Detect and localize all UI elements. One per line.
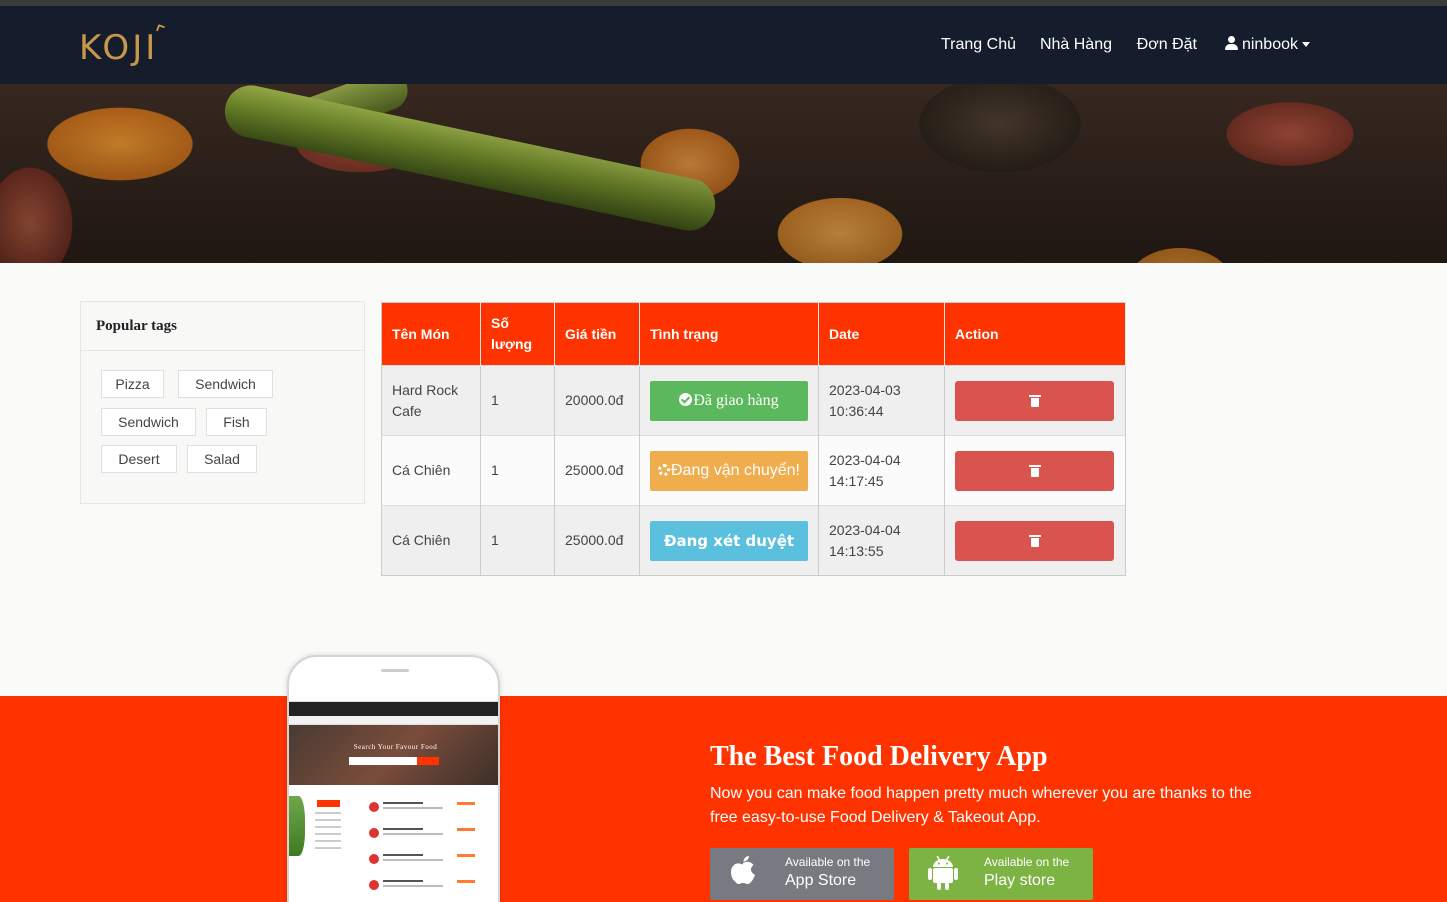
price: 25000.0đ (554, 505, 640, 576)
check-circle-icon (679, 392, 693, 406)
order-datetime: 2023-04-03 10:36:44 (818, 365, 945, 436)
phone-mockup: Search Your Favour Food (287, 655, 500, 902)
tag-pizza[interactable]: Pizza (101, 370, 164, 398)
order-datetime: 2023-04-04 14:13:55 (818, 505, 945, 576)
phone-screen: Search Your Favour Food (289, 701, 498, 902)
tag-fish[interactable]: Fish (206, 408, 267, 436)
col-dish-name: Tên Món (381, 302, 481, 366)
col-status: Tình trạng (639, 302, 819, 366)
phone-hero-title: Search Your Favour Food (353, 743, 438, 751)
navbar: KOJI Trang Chủ Nhà Hàng Đơn Đặt ninbook (0, 6, 1447, 84)
table-row: Cá Chiên 1 25000.0đ Đang vận chuyển! 202… (381, 435, 1126, 506)
dish-name: Hard Rock Cafe (381, 365, 481, 436)
col-date: Date (818, 302, 945, 366)
status-review-badge: Đang xét duyệt (650, 520, 808, 561)
popular-tags-title: Popular tags (96, 318, 177, 334)
apple-icon (731, 856, 755, 884)
caret-down-icon (1302, 42, 1310, 47)
phone-speaker (381, 669, 409, 672)
android-icon (928, 855, 958, 890)
col-price: Giá tiền (554, 302, 640, 366)
play-store-caption: Available on the (984, 855, 1070, 869)
quantity: 1 (480, 435, 555, 506)
status-delivered-badge: Đã giao hàng (650, 380, 808, 421)
dish-name: Cá Chiên (381, 505, 481, 576)
play-store-button[interactable]: Available on the Play store (909, 848, 1093, 900)
tag-desert[interactable]: Desert (101, 445, 177, 473)
nav-orders[interactable]: Đơn Đặt (1137, 36, 1197, 54)
trash-icon (1029, 534, 1041, 547)
quantity: 1 (480, 365, 555, 436)
app-store-caption: Available on the (785, 855, 871, 869)
cog-icon (658, 463, 670, 476)
user-icon (1224, 36, 1238, 50)
price: 20000.0đ (554, 365, 640, 436)
tag-salad[interactable]: Salad (187, 445, 257, 473)
divider (81, 350, 364, 351)
order-datetime: 2023-04-04 14:17:45 (818, 435, 945, 506)
brand-logo[interactable]: KOJI (79, 28, 158, 68)
orders-table: Tên Món Số lượng Giá tiền Tình trạng Dat… (381, 302, 1126, 576)
delete-order-button[interactable] (955, 380, 1114, 421)
trash-icon (1029, 394, 1041, 407)
col-quantity: Số lượng (480, 302, 555, 366)
table-row: Hard Rock Cafe 1 20000.0đ Đã giao hàng 2… (381, 365, 1126, 436)
promo-title: The Best Food Delivery App (710, 741, 1048, 772)
trash-icon (1029, 464, 1041, 477)
delete-order-button[interactable] (955, 520, 1114, 561)
nav-restaurants[interactable]: Nhà Hàng (1040, 36, 1112, 54)
hero-food-banner (0, 84, 1447, 263)
tag-sendwich-2[interactable]: Sendwich (101, 408, 196, 436)
user-name: ninbook (1241, 36, 1298, 53)
app-store-label: App Store (785, 872, 857, 889)
promo-text: Now you can make food happen pretty much… (710, 785, 1252, 826)
tag-sendwich[interactable]: Sendwich (178, 370, 273, 398)
user-menu[interactable]: ninbook (1224, 36, 1310, 54)
delete-order-button[interactable] (955, 450, 1114, 491)
col-action: Action (944, 302, 1126, 366)
phone-hero: Search Your Favour Food (289, 725, 498, 785)
app-store-button[interactable]: Available on the App Store (710, 848, 894, 900)
table-header-row: Tên Món Số lượng Giá tiền Tình trạng Dat… (381, 302, 1126, 366)
status-shipping-badge: Đang vận chuyển! (650, 450, 808, 491)
quantity: 1 (480, 505, 555, 576)
nav-home[interactable]: Trang Chủ (941, 36, 1016, 54)
price: 25000.0đ (554, 435, 640, 506)
popular-tags-panel: Popular tags Pizza Sendwich Sendwich Fis… (80, 301, 365, 504)
play-store-label: Play store (984, 872, 1056, 889)
table-row: Cá Chiên 1 25000.0đ Đang xét duyệt 2023-… (381, 505, 1126, 576)
dish-name: Cá Chiên (381, 435, 481, 506)
